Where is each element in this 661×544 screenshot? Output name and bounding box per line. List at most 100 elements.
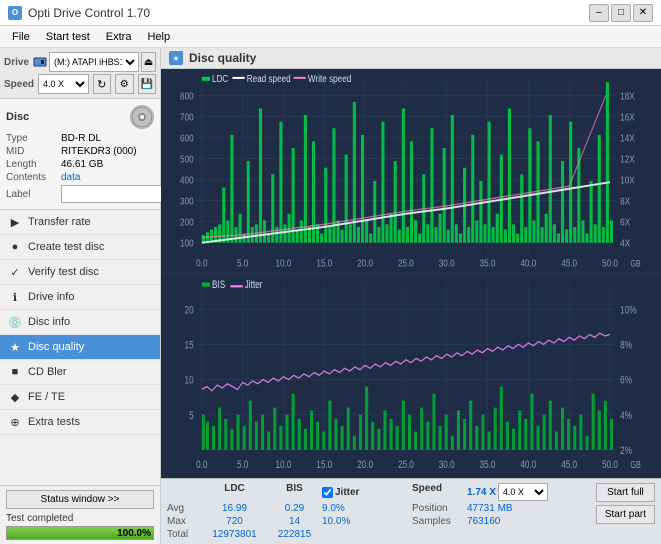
app-title: Opti Drive Control 1.70 xyxy=(28,6,150,20)
svg-text:Write speed: Write speed xyxy=(308,72,351,84)
avg-jitter: 9.0% xyxy=(322,503,412,514)
samples-label: Samples xyxy=(412,516,467,527)
nav-transfer-rate-label: Transfer rate xyxy=(28,216,91,228)
svg-text:10: 10 xyxy=(185,375,195,388)
svg-text:40.0: 40.0 xyxy=(520,459,536,472)
svg-text:2%: 2% xyxy=(620,445,632,458)
cd-bler-icon: ■ xyxy=(8,365,22,379)
svg-text:16X: 16X xyxy=(620,110,635,122)
top-chart-svg: 800 700 600 500 400 300 200 100 18X 16X … xyxy=(161,69,661,273)
create-test-disc-icon: ● xyxy=(8,240,22,254)
svg-text:GB: GB xyxy=(630,259,641,269)
disc-quality-header: ★ Disc quality xyxy=(161,48,661,69)
avg-ldc: 16.99 xyxy=(202,503,267,514)
svg-text:100: 100 xyxy=(180,237,194,249)
svg-text:6X: 6X xyxy=(620,216,631,228)
svg-text:20.0: 20.0 xyxy=(357,459,373,472)
svg-text:8X: 8X xyxy=(620,195,631,207)
svg-text:40.0: 40.0 xyxy=(520,256,536,268)
disc-mid-row: MID RITEKDR3 (000) xyxy=(6,146,154,157)
extra-tests-icon: ⊕ xyxy=(8,415,22,429)
nav-fe-te-label: FE / TE xyxy=(28,391,65,403)
svg-text:600: 600 xyxy=(180,131,194,143)
svg-text:45.0: 45.0 xyxy=(561,256,577,268)
disc-contents-row: Contents data xyxy=(6,172,154,183)
close-button[interactable]: ✕ xyxy=(633,4,653,22)
svg-text:0.0: 0.0 xyxy=(196,459,208,472)
ldc-col-header: LDC xyxy=(202,483,267,501)
nav-verify-test-disc[interactable]: ✓ Verify test disc xyxy=(0,260,160,285)
jitter-checkbox[interactable] xyxy=(322,487,333,498)
position-label: Position xyxy=(412,503,467,514)
bottom-chart-svg: 20 15 10 5 10% 8% 6% 4% 2% 0.0 xyxy=(161,274,661,478)
max-label: Max xyxy=(167,516,202,527)
svg-text:20.0: 20.0 xyxy=(357,256,373,268)
svg-text:Jitter: Jitter xyxy=(245,279,263,292)
mid-label: MID xyxy=(6,146,61,157)
nav-create-test-disc[interactable]: ● Create test disc xyxy=(0,235,160,260)
top-chart-container: 800 700 600 500 400 300 200 100 18X 16X … xyxy=(161,69,661,273)
svg-text:35.0: 35.0 xyxy=(480,256,496,268)
svg-text:0.0: 0.0 xyxy=(196,256,207,268)
start-part-button[interactable]: Start part xyxy=(596,505,655,524)
menu-file[interactable]: File xyxy=(4,29,38,45)
maximize-button[interactable]: □ xyxy=(611,4,631,22)
nav-fe-te[interactable]: ◆ FE / TE xyxy=(0,385,160,410)
start-full-button[interactable]: Start full xyxy=(596,483,655,502)
svg-text:Read speed: Read speed xyxy=(247,72,291,84)
nav-disc-quality[interactable]: ★ Disc quality xyxy=(0,335,160,360)
nav-transfer-rate[interactable]: ▶ Transfer rate xyxy=(0,210,160,235)
total-bis: 222815 xyxy=(267,529,322,540)
disc-type-row: Type BD-R DL xyxy=(6,133,154,144)
content-area: ★ Disc quality xyxy=(161,48,661,544)
svg-text:25.0: 25.0 xyxy=(398,459,414,472)
label-key: Label xyxy=(6,189,61,200)
speed-dropdown[interactable]: 4.0 X xyxy=(38,74,89,94)
svg-text:15.0: 15.0 xyxy=(316,256,332,268)
samples-value: 763160 xyxy=(467,516,500,527)
menubar: File Start test Extra Help xyxy=(0,26,661,48)
contents-label: Contents xyxy=(6,172,61,183)
stats-main: LDC BIS Jitter Speed 1.74 X 4.0 X xyxy=(167,483,590,540)
fe-te-icon: ◆ xyxy=(8,390,22,404)
disc-length-row: Length 46.61 GB xyxy=(6,159,154,170)
svg-text:10X: 10X xyxy=(620,173,635,185)
status-window-button[interactable]: Status window >> xyxy=(6,490,154,509)
svg-text:50.0: 50.0 xyxy=(602,256,618,268)
save-button[interactable]: 💾 xyxy=(138,74,156,94)
eject-button[interactable]: ⏏ xyxy=(141,52,156,72)
svg-text:4X: 4X xyxy=(620,237,631,249)
nav-verify-test-disc-label: Verify test disc xyxy=(28,266,99,278)
drive-info-icon: ℹ xyxy=(8,290,22,304)
speed-label-stat: Speed xyxy=(412,483,467,501)
nav-drive-info[interactable]: ℹ Drive info xyxy=(0,285,160,310)
minimize-button[interactable]: – xyxy=(589,4,609,22)
disc-icon[interactable] xyxy=(130,105,154,129)
svg-text:30.0: 30.0 xyxy=(439,256,455,268)
settings-button[interactable]: ⚙ xyxy=(115,74,133,94)
speed-stat-dropdown[interactable]: 4.0 X xyxy=(498,483,548,501)
menu-extra[interactable]: Extra xyxy=(98,29,140,45)
disc-info-icon: 💿 xyxy=(8,315,22,329)
nav-disc-quality-label: Disc quality xyxy=(28,341,84,353)
svg-text:200: 200 xyxy=(180,216,194,228)
main-area: Drive (M:) ATAPI iHBS112 2 CLOK ⏏ Speed … xyxy=(0,48,661,544)
disc-panel: Disc Type BD-R DL MID RITEKDR3 (000) Len… xyxy=(0,99,160,210)
app-icon: O xyxy=(8,6,22,20)
disc-quality-panel-icon: ★ xyxy=(169,51,183,65)
type-value: BD-R DL xyxy=(61,133,101,144)
nav-extra-tests-label: Extra tests xyxy=(28,416,80,428)
refresh-button[interactable]: ↻ xyxy=(93,74,111,94)
disc-quality-icon: ★ xyxy=(8,340,22,354)
total-label: Total xyxy=(167,529,202,540)
svg-text:15: 15 xyxy=(185,339,195,352)
menu-start-test[interactable]: Start test xyxy=(38,29,98,45)
length-value: 46.61 GB xyxy=(61,159,103,170)
nav-extra-tests[interactable]: ⊕ Extra tests xyxy=(0,410,160,435)
menu-help[interactable]: Help xyxy=(139,29,178,45)
svg-text:500: 500 xyxy=(180,152,194,164)
nav-disc-info[interactable]: 💿 Disc info xyxy=(0,310,160,335)
nav-cd-bler[interactable]: ■ CD Bler xyxy=(0,360,160,385)
drive-dropdown[interactable]: (M:) ATAPI iHBS112 2 CLOK xyxy=(49,52,139,72)
verify-test-disc-icon: ✓ xyxy=(8,265,22,279)
